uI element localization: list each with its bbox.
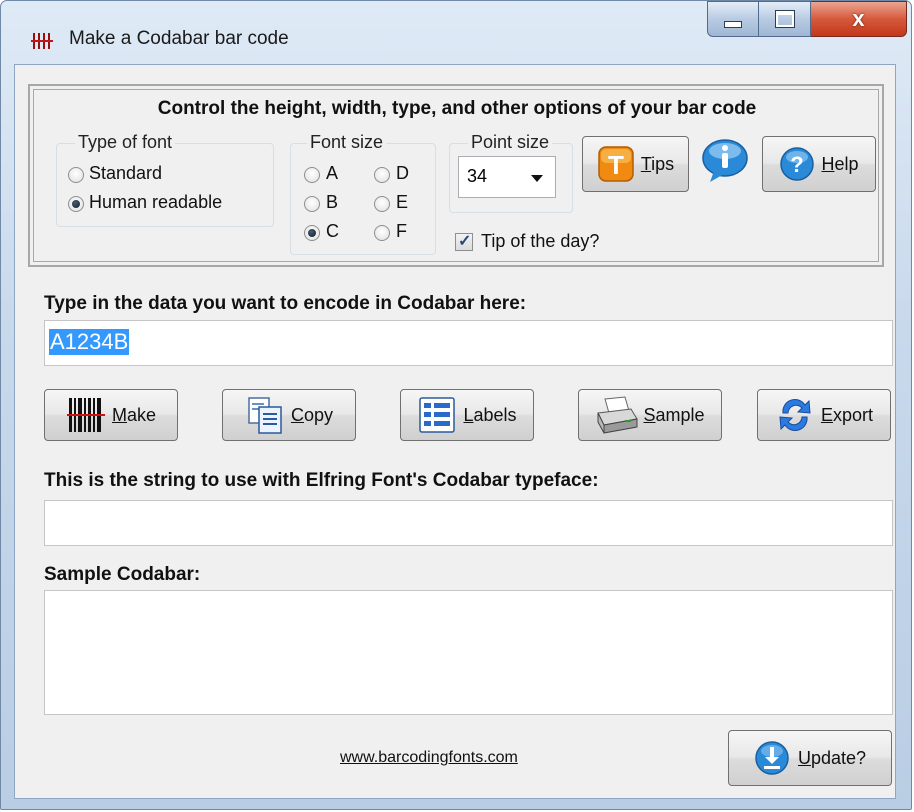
radio-size-d[interactable] <box>374 167 390 183</box>
export-mnemonic: E <box>820 404 833 425</box>
printer-icon <box>597 396 639 434</box>
make-button[interactable]: Make <box>44 389 178 441</box>
data-input-value: A1234B <box>49 329 130 355</box>
minimize-button[interactable] <box>707 1 759 37</box>
point-size-select[interactable]: 34 <box>458 156 556 198</box>
update-label: pdate? <box>810 747 867 768</box>
labels-button[interactable]: Labels <box>400 389 534 441</box>
radio-size-a-label: A <box>326 163 339 183</box>
barcode-icon <box>66 398 105 432</box>
sample-button[interactable]: Sample <box>578 389 722 441</box>
input-label: Type in the data you want to encode in C… <box>44 293 527 314</box>
info-icon[interactable] <box>700 138 750 184</box>
sample-mnemonic: S <box>643 404 656 425</box>
download-icon <box>755 741 789 775</box>
export-button[interactable]: Export <box>757 389 891 441</box>
tip-of-day-checkbox[interactable] <box>455 231 473 251</box>
options-headline: Control the height, width, type, and oth… <box>157 98 757 119</box>
radio-size-e[interactable] <box>374 196 390 212</box>
type-of-font-legend: Type of font <box>75 132 176 153</box>
tips-button[interactable]: T Tips <box>582 136 689 192</box>
caption-buttons: x <box>707 1 907 39</box>
export-icon <box>779 399 811 431</box>
barcode-app-icon <box>31 33 53 49</box>
maximize-icon <box>774 10 795 28</box>
font-size-legend: Font size <box>307 132 387 153</box>
window-title: Make a Codabar bar code <box>69 28 289 49</box>
type-of-font-group: Type of font <box>56 132 274 227</box>
make-label: ake <box>126 404 157 425</box>
svg-text:?: ? <box>791 152 804 177</box>
help-label: elp <box>834 153 859 174</box>
tips-mnemonic: T <box>640 153 652 174</box>
point-size-value: 34 <box>467 166 488 186</box>
tip-of-day-label: Tip of the day? <box>481 231 600 251</box>
sample-label: Sample Codabar: <box>44 564 201 585</box>
help-icon: ? <box>780 147 815 181</box>
help-button[interactable]: ? Help <box>762 136 876 192</box>
radio-size-b[interactable] <box>304 196 320 212</box>
close-icon: x <box>852 6 865 31</box>
dropdown-arrow-icon <box>531 175 543 182</box>
update-mnemonic: U <box>797 747 811 768</box>
radio-size-b-label: B <box>326 192 339 212</box>
radio-size-a[interactable] <box>304 167 320 183</box>
radio-size-d-label: D <box>396 163 409 183</box>
update-button[interactable]: Update? <box>728 730 892 786</box>
make-mnemonic: M <box>111 404 127 425</box>
radio-size-c[interactable] <box>304 225 320 241</box>
radio-standard[interactable] <box>68 167 84 183</box>
data-input[interactable]: A1234B <box>44 320 893 366</box>
radio-standard-label: Standard <box>89 163 163 183</box>
copy-label: opy <box>303 404 334 425</box>
labels-icon <box>419 397 456 433</box>
maximize-button[interactable] <box>759 1 811 37</box>
tips-icon: T <box>598 146 634 182</box>
tips-label: ips <box>651 153 675 174</box>
radio-human-readable[interactable] <box>68 196 84 212</box>
radio-size-f[interactable] <box>374 225 390 241</box>
export-label: xport <box>832 404 874 425</box>
help-mnemonic: H <box>821 153 835 174</box>
minimize-icon <box>724 20 742 28</box>
radio-size-e-label: E <box>396 192 409 212</box>
copy-button[interactable]: Copy <box>222 389 356 441</box>
labels-mnemonic: L <box>463 404 474 425</box>
point-size-legend: Point size <box>468 132 553 153</box>
close-button[interactable]: x <box>811 1 907 37</box>
radio-size-f-label: F <box>396 221 407 241</box>
copy-mnemonic: C <box>290 404 304 425</box>
output-label: This is the string to use with Elfring F… <box>44 470 599 491</box>
sample-codabar-box <box>44 590 893 715</box>
copy-icon <box>248 397 282 434</box>
output-string-field[interactable] <box>44 500 893 546</box>
svg-text:T: T <box>608 150 624 180</box>
website-link[interactable]: www.barcodingfonts.com <box>340 749 518 767</box>
sample-label: ample <box>655 404 705 425</box>
labels-label: abels <box>473 404 517 425</box>
radio-size-c-label: C <box>326 221 339 241</box>
radio-human-readable-label: Human readable <box>89 192 223 212</box>
